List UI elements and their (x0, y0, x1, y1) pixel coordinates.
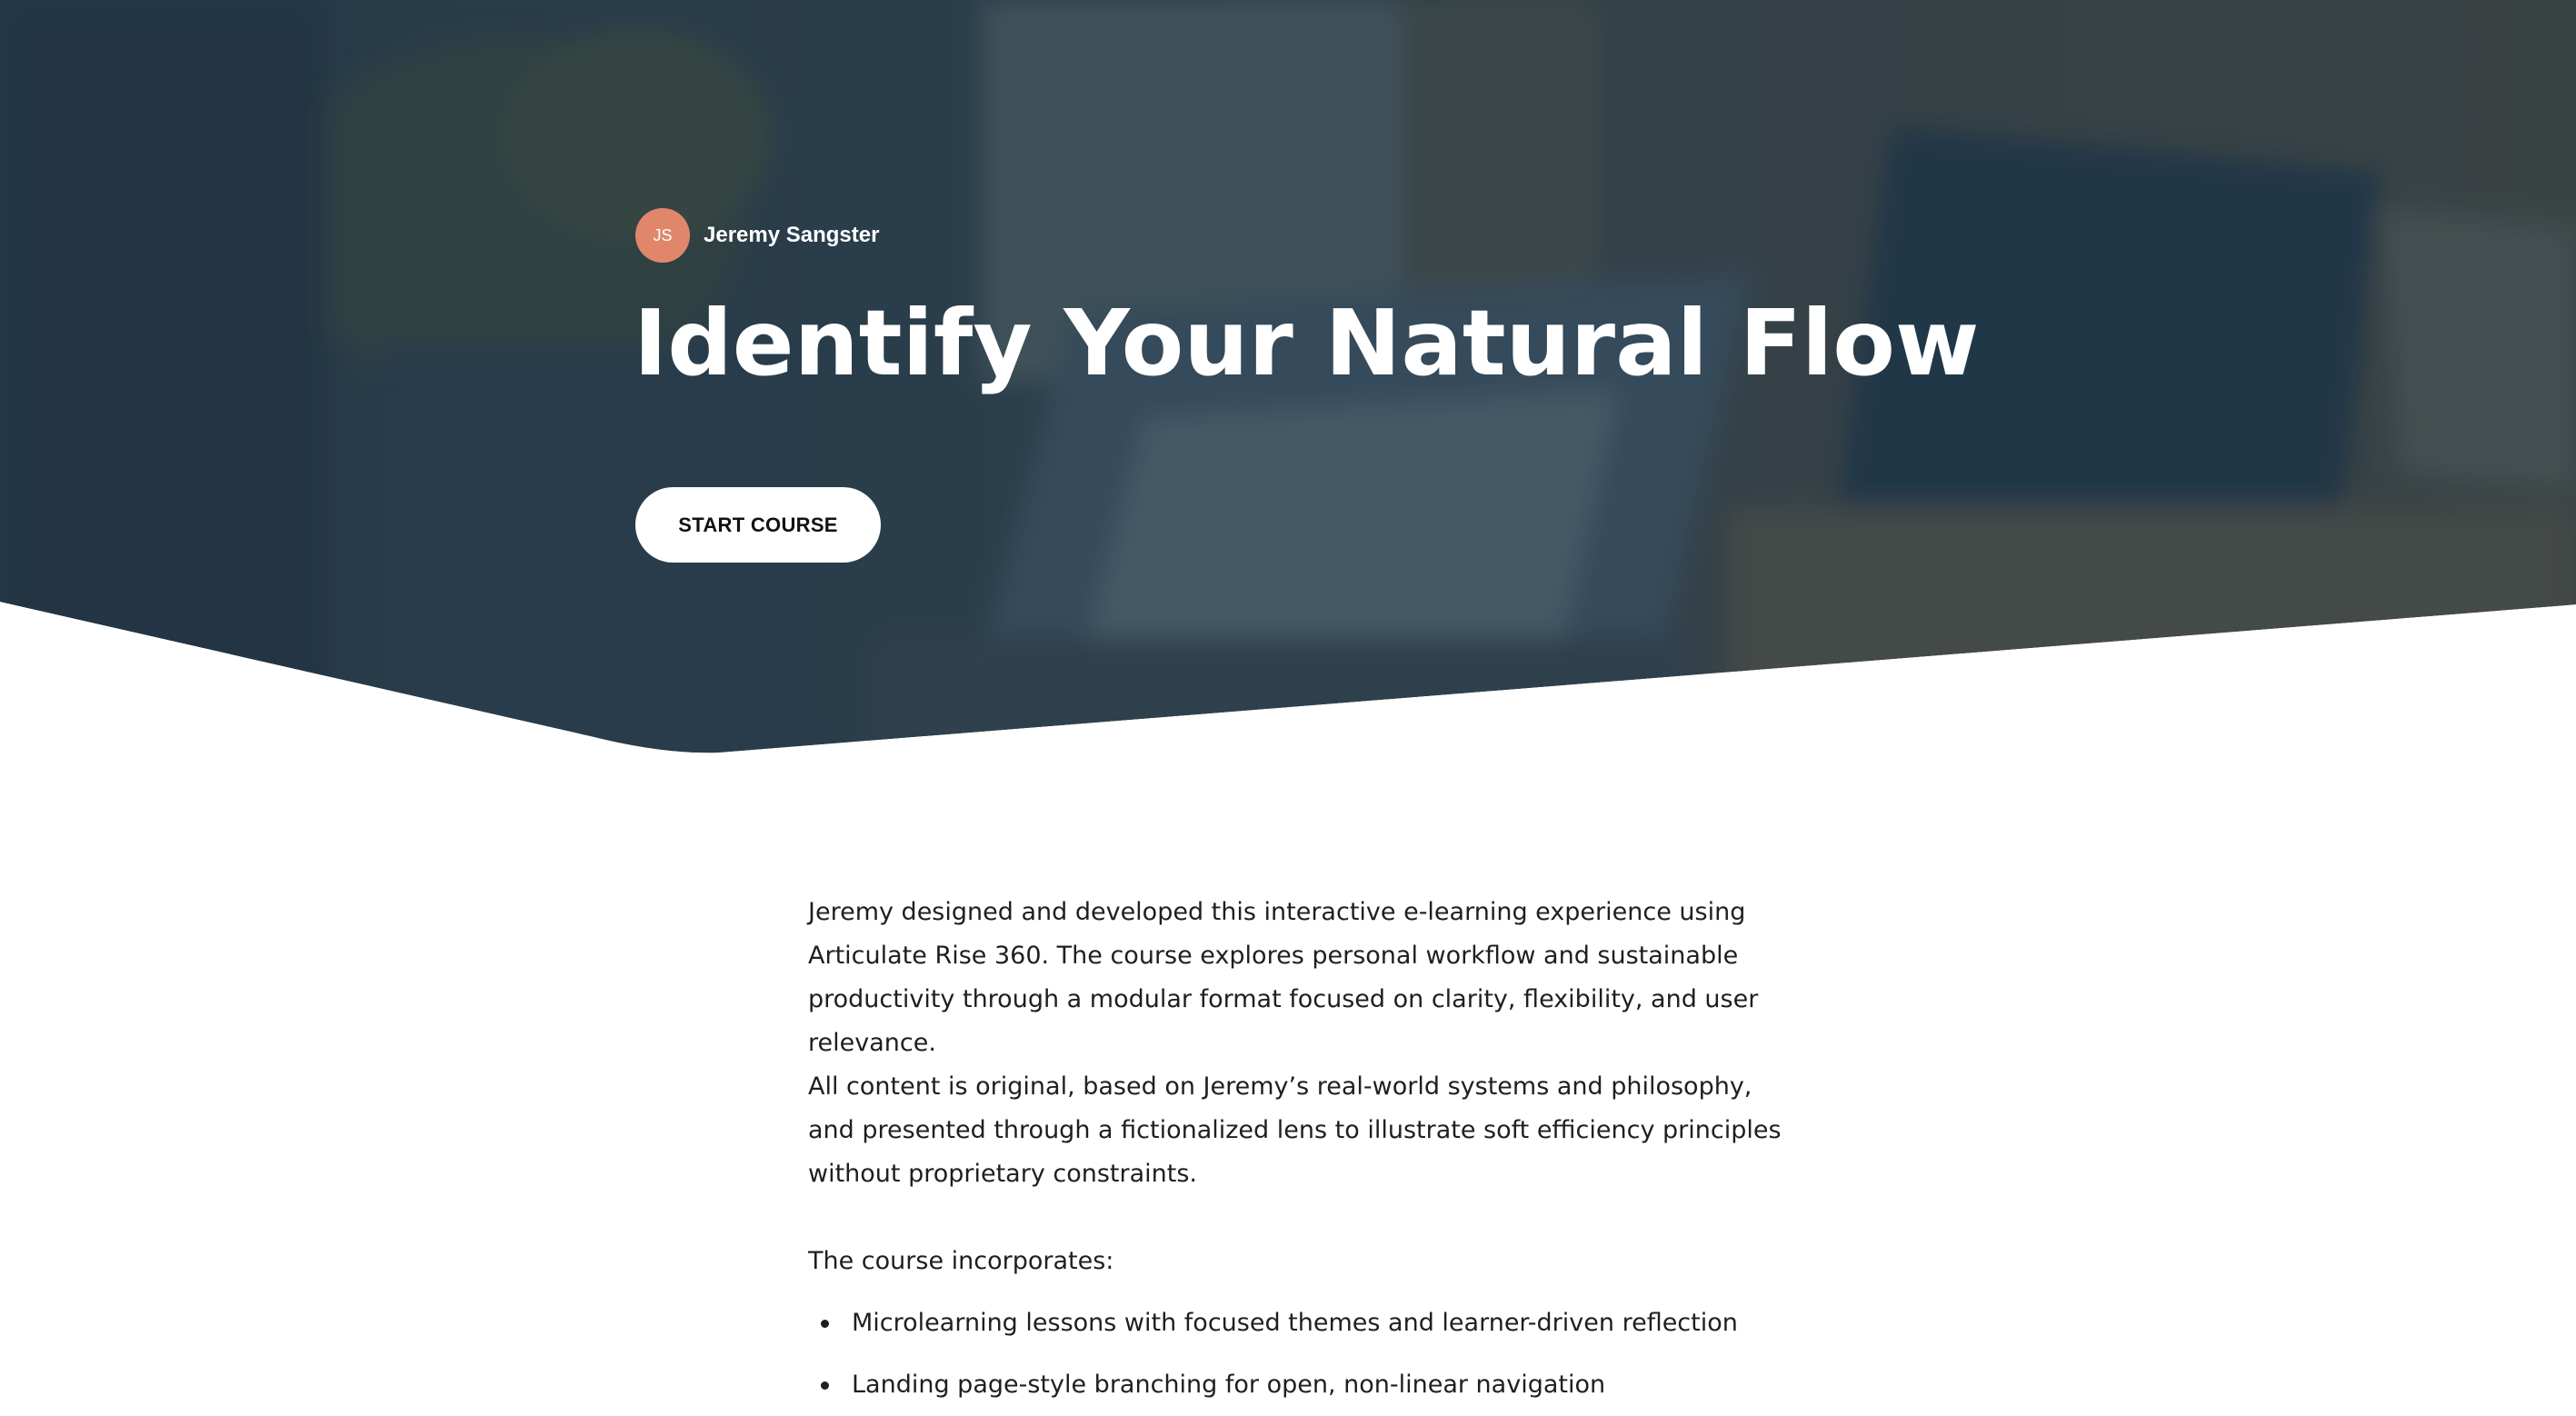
list-intro: The course incorporates: (808, 1247, 1114, 1275)
bullet-icon (821, 1320, 829, 1328)
list-item: Microlearning lessons with focused theme… (808, 1301, 1790, 1345)
description-paragraph: Jeremy designed and developed this inter… (808, 898, 1759, 1057)
list-item-text: Microlearning lessons with focused theme… (852, 1309, 1738, 1337)
hero-content: JS Jeremy Sangster Identify Your Natural… (0, 0, 2576, 754)
list-item-text: Landing page-style branching for open, n… (852, 1371, 1606, 1399)
author-avatar: JS (635, 208, 690, 263)
course-hero: JS Jeremy Sangster Identify Your Natural… (0, 0, 2576, 754)
feature-list: Microlearning lessons with focused theme… (808, 1301, 1790, 1407)
list-item: Landing page-style branching for open, n… (808, 1363, 1790, 1407)
course-author: JS Jeremy Sangster (635, 208, 879, 263)
start-course-button[interactable]: START COURSE (635, 487, 881, 563)
author-name: Jeremy Sangster (704, 223, 880, 247)
description-paragraph: All content is original, based on Jeremy… (808, 1072, 1782, 1188)
course-title: Identify Your Natural Flow (634, 290, 1980, 396)
course-description: Jeremy designed and developed this inter… (808, 891, 1790, 1407)
bullet-icon (821, 1381, 829, 1390)
